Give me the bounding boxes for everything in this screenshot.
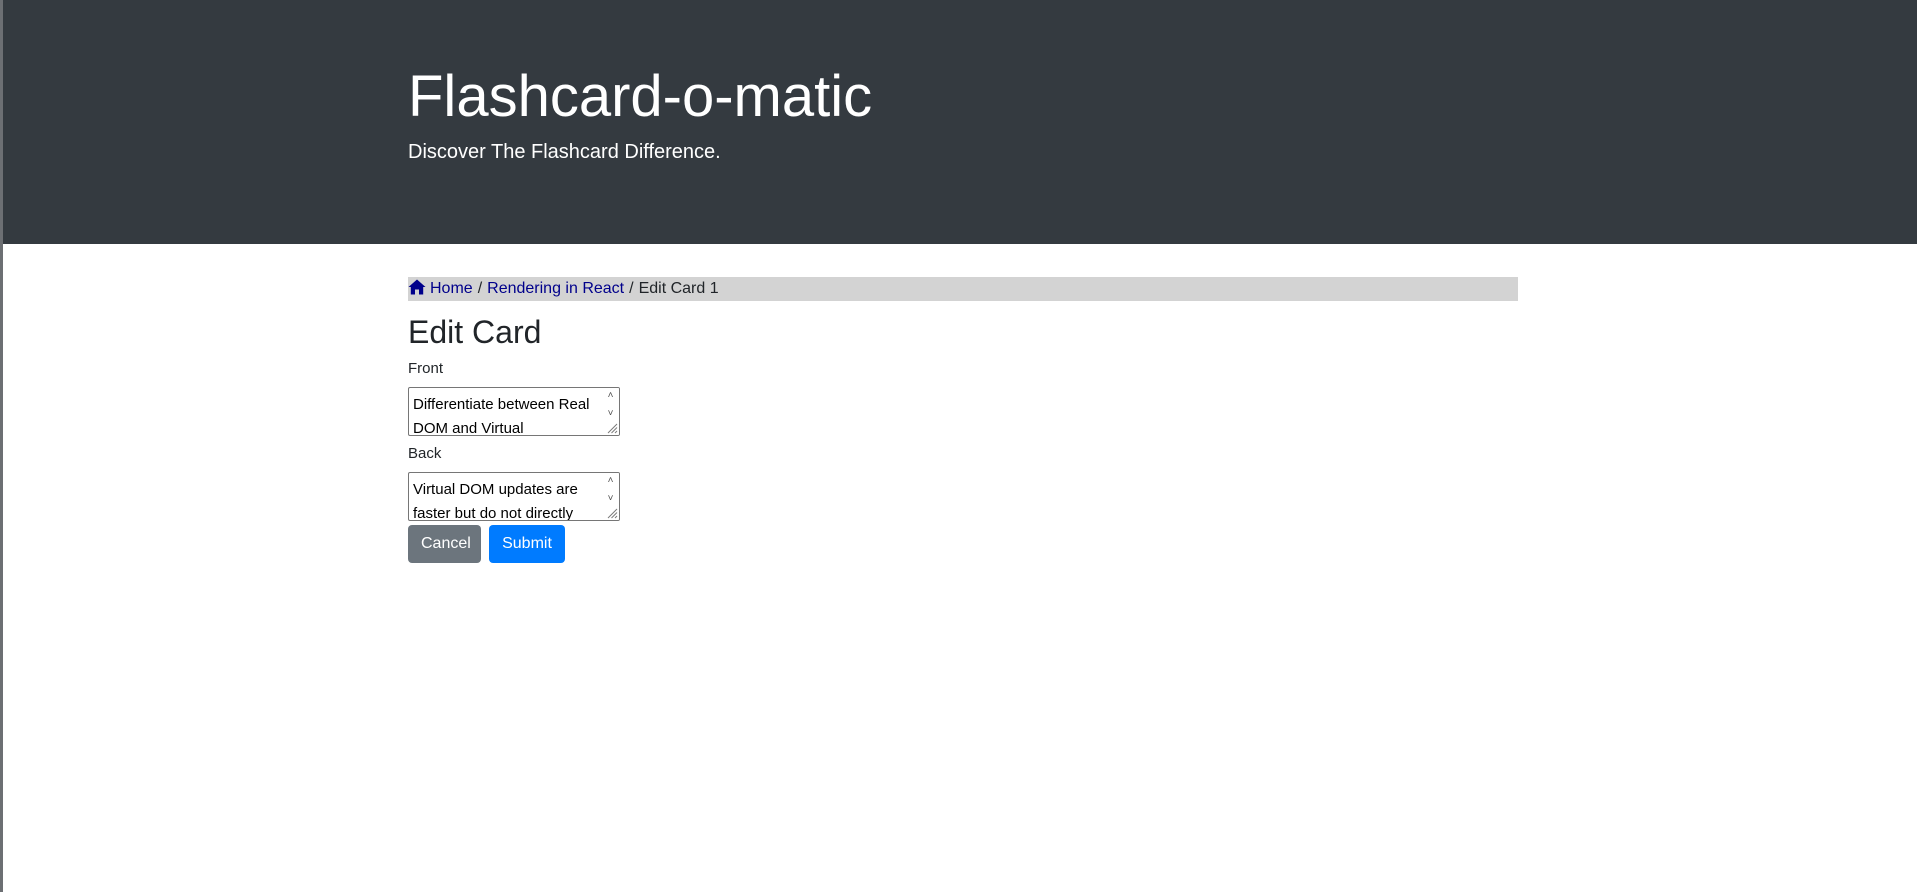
back-textarea[interactable]: Virtual DOM updates are faster but do no…	[409, 473, 601, 520]
breadcrumb-separator: /	[629, 280, 634, 297]
scroll-up-icon[interactable]: ˄	[605, 390, 616, 401]
resize-grip-icon[interactable]	[606, 422, 618, 434]
submit-button[interactable]: Submit	[489, 525, 565, 563]
edit-card-form: Front Differentiate between Real DOM and…	[408, 359, 1518, 563]
form-actions: Cancel Submit	[408, 525, 1518, 563]
front-label: Front	[408, 360, 444, 377]
breadcrumb-home-label: Home	[430, 280, 473, 297]
header-banner: Flashcard-o-matic Discover The Flashcard…	[3, 0, 1917, 244]
front-textarea-box: Differentiate between Real DOM and Virtu…	[408, 387, 620, 436]
breadcrumb-home-link[interactable]: Home	[408, 277, 473, 301]
breadcrumb-current: Edit Card 1	[638, 280, 719, 297]
resize-grip-icon[interactable]	[606, 507, 618, 519]
back-label: Back	[408, 445, 442, 462]
breadcrumb-deck-link[interactable]: Rendering in React	[487, 277, 624, 301]
breadcrumb: Home / Rendering in React / Edit Card 1	[408, 277, 1518, 301]
app-subtitle: Discover The Flashcard Difference.	[408, 141, 721, 163]
breadcrumb-separator: /	[477, 280, 483, 297]
back-textarea-box: Virtual DOM updates are faster but do no…	[408, 472, 620, 521]
scroll-up-icon[interactable]: ˄	[605, 475, 616, 486]
cancel-button[interactable]: Cancel	[408, 525, 481, 563]
main-container: Home / Rendering in React / Edit Card 1 …	[408, 277, 1518, 563]
home-icon	[408, 279, 426, 295]
page-title: Edit Card	[408, 314, 542, 350]
scroll-down-icon[interactable]: ˅	[605, 493, 616, 504]
scroll-down-icon[interactable]: ˅	[605, 408, 616, 419]
app-title: Flashcard-o-matic	[408, 64, 873, 129]
front-textarea[interactable]: Differentiate between Real DOM and Virtu…	[409, 388, 601, 435]
